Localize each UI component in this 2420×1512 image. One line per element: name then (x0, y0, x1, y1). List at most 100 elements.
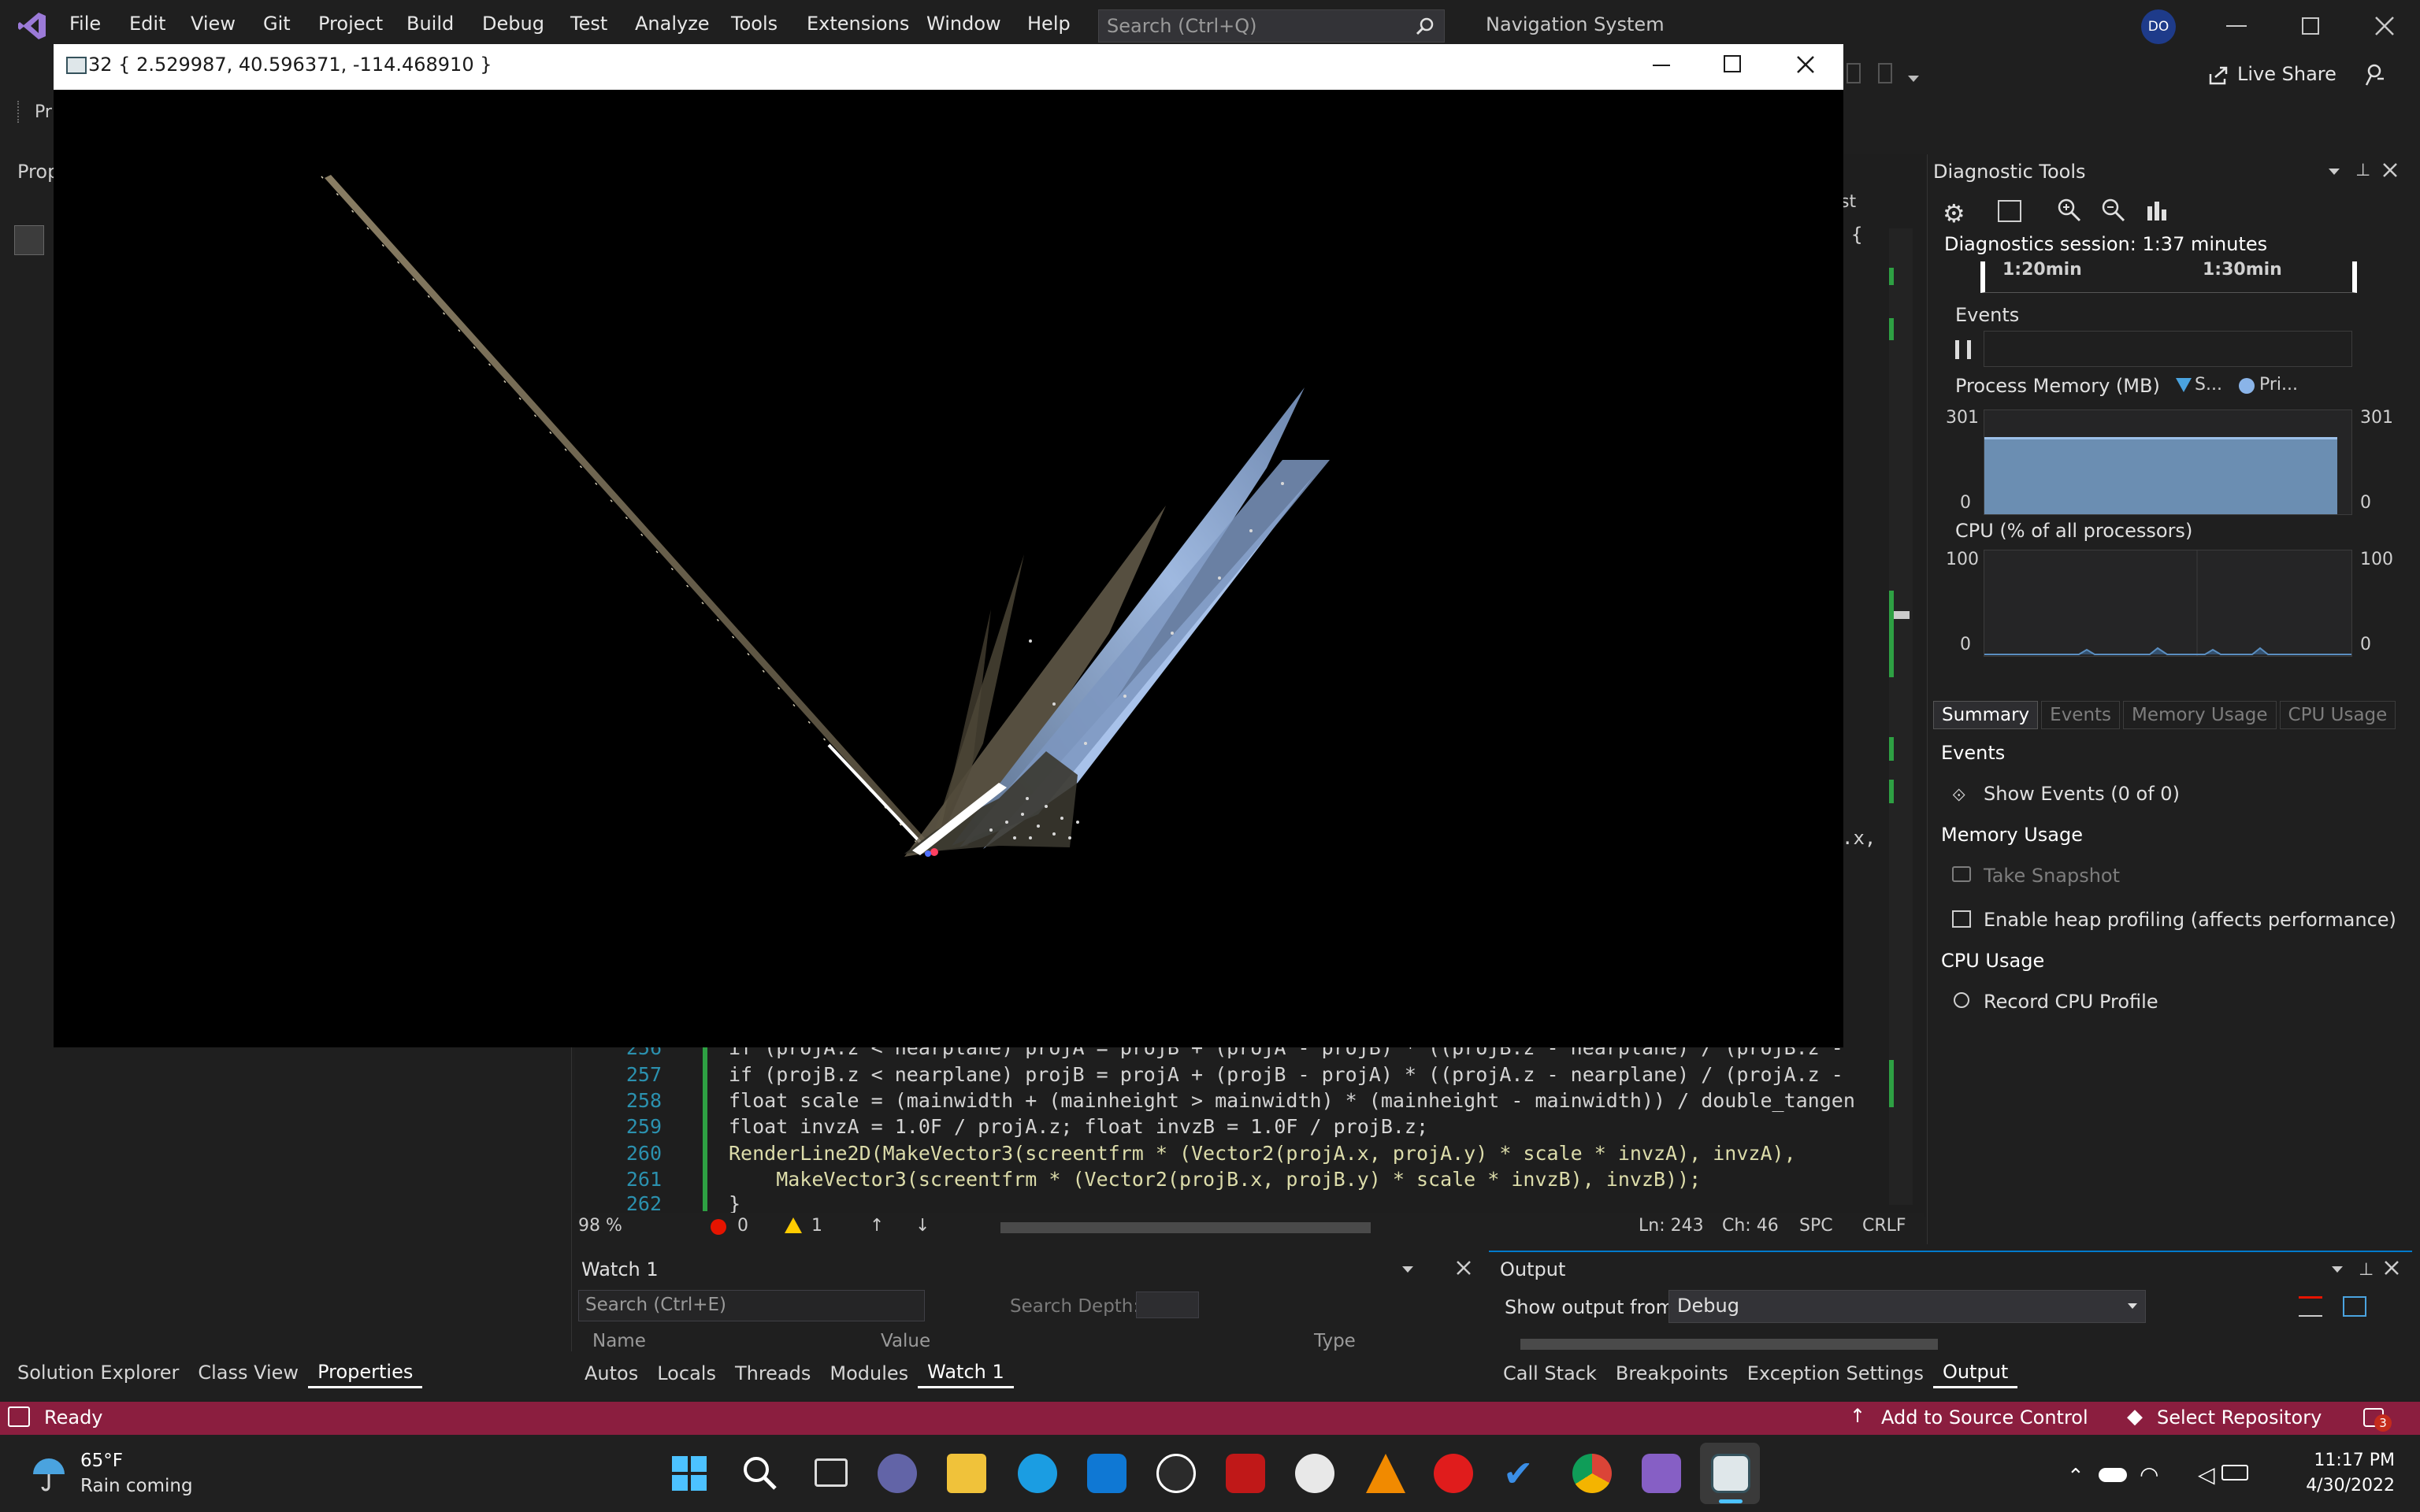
close-icon[interactable] (2382, 162, 2398, 178)
search-icon[interactable] (740, 1454, 778, 1492)
close-icon[interactable] (1796, 55, 1815, 74)
reset-zoom-icon[interactable] (2144, 197, 2169, 222)
chevron-down-icon[interactable] (1402, 1266, 1413, 1273)
tab-memory-usage[interactable]: Memory Usage (2123, 701, 2277, 729)
cpu-graph[interactable] (1984, 550, 2352, 657)
take-snapshot-button[interactable]: Take Snapshot (1984, 865, 2120, 887)
bookmark-next-icon[interactable] (1878, 63, 1892, 83)
menu-project[interactable]: Project (318, 13, 383, 35)
menu-help[interactable]: Help (1027, 13, 1071, 35)
volume-icon[interactable]: ◁ (2198, 1462, 2215, 1488)
wifi-icon[interactable]: ◠ (2140, 1462, 2158, 1488)
render-app-taskbar-icon[interactable] (1711, 1454, 1750, 1493)
search-input[interactable]: Search (Ctrl+Q) (1098, 9, 1445, 43)
clock-app-icon[interactable] (1295, 1454, 1334, 1493)
chrome-icon[interactable] (1572, 1454, 1612, 1493)
task-view-icon[interactable] (815, 1458, 848, 1487)
watch-search-input[interactable]: Search (Ctrl+E) (578, 1290, 925, 1321)
record-cpu-profile-button[interactable]: Record CPU Profile (1984, 991, 2158, 1013)
error-count[interactable]: 0 (737, 1216, 748, 1236)
editor-scrollbar[interactable] (1889, 228, 1913, 1205)
tab-class-view[interactable]: Class View (188, 1358, 308, 1387)
close-icon[interactable] (2384, 1260, 2400, 1276)
zoom-level[interactable]: 98 % (578, 1216, 622, 1236)
menu-extensions[interactable]: Extensions (807, 13, 909, 35)
chevron-up-icon[interactable]: ⌃ (2067, 1465, 2084, 1488)
tab-output[interactable]: Output (1932, 1358, 2018, 1388)
warning-count[interactable]: 1 (811, 1216, 822, 1236)
menu-build[interactable]: Build (406, 13, 454, 35)
select-repository-button[interactable]: Select Repository (2157, 1406, 2322, 1429)
tab-threads[interactable]: Threads (726, 1359, 820, 1388)
toolbar-overflow-icon[interactable] (1908, 76, 1919, 82)
horizontal-scrollbar[interactable] (1000, 1222, 1371, 1233)
restore-icon[interactable] (2302, 17, 2319, 35)
pause-icon[interactable] (1955, 340, 1971, 359)
microsoft-store-icon[interactable] (1087, 1454, 1126, 1493)
scroll-thumb[interactable] (1892, 611, 1910, 619)
todo-check-icon[interactable]: ✔ (1503, 1454, 1534, 1493)
error-icon[interactable] (711, 1219, 726, 1235)
teams-chat-icon[interactable] (878, 1454, 917, 1493)
column-header-value[interactable]: Value (881, 1331, 930, 1351)
menu-tools[interactable]: Tools (731, 13, 778, 35)
output-horizontal-scrollbar[interactable] (1520, 1339, 1938, 1350)
weather-temperature[interactable]: 65°F (80, 1451, 123, 1471)
tab-locals[interactable]: Locals (648, 1359, 726, 1388)
pin-icon[interactable]: ⊥ (2355, 161, 2370, 180)
dell-icon[interactable] (1156, 1454, 1196, 1493)
tab-autos[interactable]: Autos (575, 1359, 648, 1388)
gear-icon[interactable]: ⚙ (1943, 198, 1965, 228)
properties-categorized-icon[interactable] (14, 225, 44, 255)
enable-heap-profiling-link[interactable]: Enable heap profiling (affects performan… (1984, 909, 2396, 931)
column-header-type[interactable]: Type (1314, 1331, 1356, 1351)
close-icon[interactable] (2374, 16, 2395, 36)
visual-studio-logo-icon[interactable] (17, 11, 47, 41)
taskbar-time[interactable]: 11:17 PM (2253, 1451, 2395, 1470)
search-depth-select[interactable] (1136, 1292, 1199, 1318)
tab-modules[interactable]: Modules (820, 1359, 918, 1388)
column-header-name[interactable]: Name (592, 1331, 646, 1351)
warning-icon[interactable] (785, 1217, 802, 1233)
battery-icon[interactable] (2221, 1465, 2248, 1480)
feedback-icon[interactable] (2363, 63, 2387, 87)
onedrive-icon[interactable] (2099, 1468, 2127, 1482)
weather-umbrella-icon[interactable] (30, 1455, 68, 1493)
tab-events[interactable]: Events (2041, 701, 2121, 729)
close-icon[interactable] (1456, 1260, 1472, 1276)
chevron-down-icon[interactable] (2332, 1266, 2343, 1273)
tab-watch-1[interactable]: Watch 1 (918, 1358, 1014, 1388)
line-ending[interactable]: CRLF (1862, 1216, 1906, 1236)
add-to-source-control-button[interactable]: Add to Source Control (1881, 1406, 2088, 1429)
tab-properties[interactable]: Properties (308, 1358, 423, 1388)
word-wrap-icon[interactable] (2343, 1296, 2366, 1317)
live-share-icon[interactable] (2207, 65, 2229, 87)
maximize-icon[interactable] (1724, 55, 1741, 72)
mcafee-icon[interactable] (1226, 1454, 1265, 1493)
show-events-link[interactable]: Show Events (0 of 0) (1984, 783, 2180, 805)
vlc-icon[interactable] (1366, 1454, 1405, 1493)
menu-window[interactable]: Window (926, 13, 1001, 35)
taskbar-date[interactable]: 4/30/2022 (2253, 1476, 2395, 1495)
tab-exception-settings[interactable]: Exception Settings (1738, 1359, 1933, 1388)
tab-call-stack[interactable]: Call Stack (1494, 1359, 1606, 1388)
minimize-icon[interactable] (2226, 25, 2247, 27)
visual-studio-taskbar-icon[interactable] (1642, 1454, 1681, 1493)
file-explorer-icon[interactable] (947, 1454, 986, 1493)
menu-analyze[interactable]: Analyze (635, 13, 710, 35)
nav-down-icon[interactable]: ↓ (915, 1216, 930, 1236)
menu-edit[interactable]: Edit (129, 13, 165, 35)
windows-start-icon[interactable] (671, 1455, 707, 1492)
edge-icon[interactable] (1018, 1454, 1057, 1493)
nav-up-icon[interactable]: ↑ (870, 1216, 884, 1236)
pin-icon[interactable]: ⊥ (2359, 1260, 2374, 1280)
menu-debug[interactable]: Debug (482, 13, 544, 35)
minimize-icon[interactable] (1653, 65, 1670, 66)
weather-description[interactable]: Rain coming (80, 1476, 193, 1496)
tab-summary[interactable]: Summary (1933, 701, 2039, 729)
chevron-down-icon[interactable] (2329, 169, 2340, 175)
avatar[interactable]: DO (2141, 9, 2176, 44)
events-track[interactable] (1984, 331, 2352, 367)
menu-test[interactable]: Test (570, 13, 607, 35)
menu-git[interactable]: Git (263, 13, 291, 35)
